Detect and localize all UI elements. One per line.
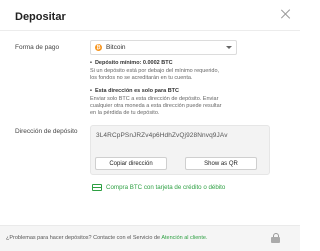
lock-body bbox=[271, 237, 280, 243]
buy-with-card-link[interactable]: Compra BTC con tarjeta de crédito o débi… bbox=[92, 184, 225, 191]
address-warning-text-line-1: Enviar solo BTC a esta dirección de depó… bbox=[90, 96, 219, 102]
buy-with-card-text: Compra BTC con tarjeta de crédito o débi… bbox=[106, 184, 226, 191]
header-divider bbox=[0, 30, 300, 31]
lock-icon bbox=[271, 233, 280, 243]
payment-method-label: Forma de pago bbox=[15, 44, 60, 51]
chevron-down-icon bbox=[226, 46, 232, 49]
footer-help-text: ¿Problemas para hacer depósitos? Contact… bbox=[6, 235, 207, 241]
address-warning-heading: Esta dirección es solo para BTC bbox=[90, 88, 179, 94]
copy-address-button[interactable]: Copiar dirección bbox=[95, 157, 167, 170]
deposit-address-label: Dirección de depósito bbox=[15, 128, 78, 135]
credit-card-icon bbox=[92, 184, 102, 191]
minimum-deposit-text-line-1: Si un depósito está por debajo del mínim… bbox=[90, 68, 220, 74]
currency-select[interactable]: ₿ Bitcoin bbox=[90, 40, 237, 55]
minimum-deposit-text-line-2: los fondos no se acreditarán en tu cuent… bbox=[90, 75, 193, 81]
minimum-deposit-heading: Depósito mínimo: 0.0002 BTC bbox=[90, 60, 173, 66]
bitcoin-icon: ₿ bbox=[95, 44, 102, 51]
currency-select-value: Bitcoin bbox=[106, 44, 126, 51]
address-warning-text-line-2: cualquier otra moneda a esta dirección p… bbox=[90, 103, 222, 109]
address-warning-text-line-3: en la pérdida de tu depósito. bbox=[90, 110, 160, 116]
dialog-title: Depositar bbox=[15, 11, 66, 23]
footer: ¿Problemas para hacer depósitos? Contact… bbox=[0, 225, 300, 251]
footer-question: ¿Problemas para hacer depósitos? Contact… bbox=[6, 235, 162, 241]
close-icon[interactable] bbox=[280, 8, 292, 20]
deposit-address-value[interactable]: 3L4RCpPSnJRZv4p6HdhZvQj928Nnvq9JAv bbox=[96, 132, 228, 139]
support-link[interactable]: Atención al cliente. bbox=[161, 235, 207, 241]
show-qr-button[interactable]: Show as QR bbox=[185, 157, 257, 170]
